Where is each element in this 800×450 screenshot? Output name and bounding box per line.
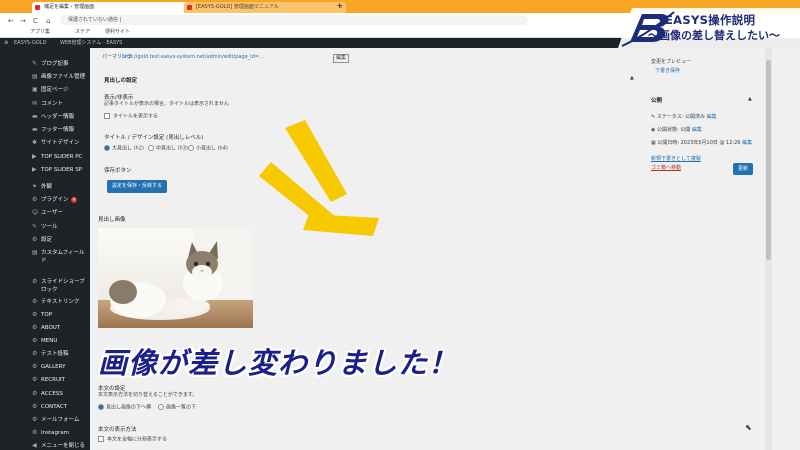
mouse-cursor-icon: ⬉ [745, 423, 752, 432]
home-icon[interactable]: ⌂ [46, 14, 50, 28]
media-icon: ▤ [32, 73, 38, 80]
status-edit-link[interactable]: 編集 [707, 114, 717, 120]
pin-icon: ✎ [32, 60, 38, 67]
radio-button[interactable] [104, 145, 110, 151]
appearance-icon: ✦ [32, 183, 38, 190]
radio-button[interactable] [148, 145, 154, 151]
preview-link[interactable]: 下書き保存 [655, 68, 680, 75]
admin-sidebar: ✎ ブログ記事 ▤ 画像ファイル管理 ▣ 固定ページ ✉ コメント ▬ ヘッダー情報 ▬ フ… [0, 48, 90, 450]
image-label: 見出し画像 [98, 217, 126, 223]
plugin-icon: ⚙ [32, 196, 38, 203]
gear-icon: ⚙ [32, 390, 38, 397]
radio-button[interactable] [158, 404, 164, 410]
browser-tab[interactable]: [EASYS-GOLD] 管理画面マニュアル × [184, 2, 346, 13]
preview-label: 変更をプレビュー [651, 59, 692, 65]
footer-icon: ▬ [32, 126, 38, 133]
collapse-icon[interactable]: ▲ [748, 96, 752, 103]
apply-settings-button[interactable]: 設定を保存・反映する [107, 180, 167, 193]
collapse-icon: ◀ [32, 442, 37, 449]
gear-icon: ⚙ [32, 429, 38, 436]
published-date-text: ▦ 公開日時: 2023年5月10日 @ 12:26 編集 [651, 140, 753, 146]
overlay-caption: 画像が差し変わりました！ [98, 346, 459, 380]
emphasis-lines-icon [259, 120, 379, 236]
visibility-text: ◉ 公開状態: 公開 編集 [651, 127, 702, 133]
new-tab-button[interactable]: + [336, 1, 343, 10]
checkbox[interactable] [104, 113, 110, 119]
gear-icon: ⚙ [32, 403, 38, 410]
tab-title: [EASYS-GOLD] 管理画面マニュアル [196, 4, 279, 10]
collapse-icon[interactable]: ▲ [630, 75, 634, 82]
radio-button[interactable] [98, 404, 104, 410]
wordpress-logo-icon[interactable]: ⊕ [4, 38, 8, 48]
slider-icon: ▶ [32, 153, 37, 160]
gear-icon: ⚙ [32, 278, 38, 285]
forward-icon[interactable]: → [20, 14, 26, 28]
gear-icon: ⚙ [32, 416, 38, 423]
gear-icon: ⚙ [32, 298, 38, 305]
overlay-subtitle: 〜画像の差し替えしたい〜 [648, 29, 780, 42]
checkbox[interactable] [98, 436, 104, 442]
body-layout-option[interactable]: 本文を全幅に分割表示する [98, 436, 167, 444]
body-settings-label: 本文の設定 [98, 386, 126, 392]
update-count-badge: 9 [70, 197, 78, 203]
scrollbar-thumb[interactable] [766, 60, 771, 260]
bookmark-item[interactable]: アプリ集 [30, 27, 50, 37]
slider-icon: ▶ [32, 166, 37, 173]
admin-bar-cms[interactable]: WEB管理システム - EASYS [60, 38, 122, 48]
copy-draft-link[interactable]: 新規下書きとして複製 [651, 156, 701, 163]
published-edit-link[interactable]: 編集 [742, 140, 752, 146]
radio-button[interactable] [188, 145, 194, 151]
update-button[interactable]: 更新 [733, 163, 753, 175]
site-favicon-icon [35, 5, 40, 10]
page-icon: ▣ [32, 86, 38, 93]
body-note: 本文表示方法を切り替えることができます。 [98, 392, 198, 398]
gear-icon: ⚙ [32, 324, 38, 331]
gear-icon: ⚙ [32, 350, 38, 357]
section-title: 見出しの設定 [104, 78, 138, 84]
custom-field-icon: ▤ [32, 249, 38, 256]
header-icon: ▬ [32, 113, 38, 120]
settings-icon: ⚙ [32, 236, 38, 243]
display-label: 表示/非表示 [104, 95, 134, 101]
featured-cat-image[interactable] [98, 228, 253, 328]
status-text: ✎ ステータス: 公開済み 編集 [651, 114, 717, 120]
tab-title: 補足を編集 ‹ 管理画面 [44, 4, 95, 10]
level-option[interactable]: 小見出し (h4) [188, 145, 228, 153]
overlay-title: EASYS操作説明 [665, 13, 756, 27]
gear-icon: ⚙ [32, 311, 38, 318]
back-icon[interactable]: ← [8, 14, 14, 28]
design-icon: ✱ [32, 139, 38, 146]
comment-icon: ✉ [32, 100, 38, 107]
display-note: 記事タイトルが表示の場合、タイトルは表示されません [104, 101, 229, 107]
browser-tab-active[interactable]: 補足を編集 ‹ 管理画面 × [32, 2, 194, 13]
level-option[interactable]: 大見出し (h2) [104, 145, 144, 153]
body-option[interactable]: 画像一覧の下 [158, 404, 196, 412]
trash-link[interactable]: ゴミ箱へ移動 [651, 165, 681, 172]
tool-icon: ✎ [32, 223, 38, 230]
design-label: 保存ボタン [104, 168, 132, 174]
display-checkbox-row[interactable]: タイトルを表示する [104, 113, 158, 121]
level-label: タイトル / デザイン設定 (見出しレベル) [104, 135, 204, 141]
publish-box-title: 公開 [651, 98, 663, 104]
gear-icon: ⚙ [32, 337, 38, 344]
admin-bar-site[interactable]: EASYS-GOLD [14, 38, 46, 48]
level-option[interactable]: 中見出し (h3) [148, 145, 188, 153]
bookmark-item[interactable]: 便利サイト [105, 27, 130, 37]
body-layout-label: 本文の表示方法 [98, 427, 137, 433]
address-bar[interactable]: 保護されていない通信 | [60, 15, 528, 25]
user-icon: ☺ [32, 209, 39, 216]
site-favicon-icon [187, 5, 192, 10]
gear-icon: ⚙ [32, 376, 38, 383]
body-option[interactable]: 見出し画像の下へ横 [98, 404, 151, 412]
bookmark-item[interactable]: ステア [75, 27, 90, 37]
reload-icon[interactable]: C [33, 14, 38, 28]
gear-icon: ⚙ [32, 363, 38, 370]
url-text: 保護されていない通信 | [68, 17, 122, 23]
visibility-edit-link[interactable]: 編集 [692, 127, 702, 133]
permalink-edit-button[interactable]: 編集 [333, 54, 350, 63]
permalink-url[interactable]: http://gold.test.easys-system.net/admin/… [122, 54, 327, 61]
